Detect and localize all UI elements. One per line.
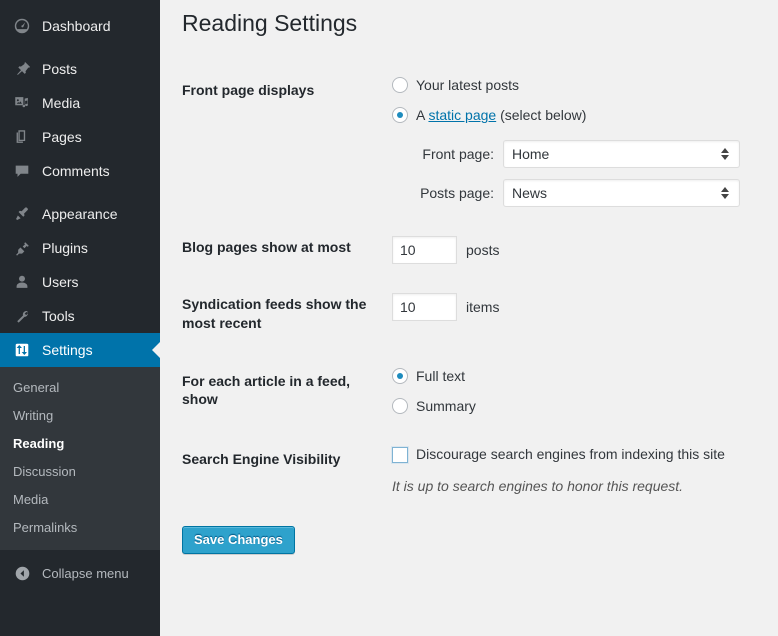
syndication-label: Syndication feeds show the most recent <box>182 296 367 331</box>
sidebar-item-label: Appearance <box>42 206 118 222</box>
collapse-menu-button[interactable]: Collapse menu <box>0 556 160 590</box>
checkbox-discourage-search-engines[interactable] <box>392 447 408 464</box>
front-page-select-label: Front page: <box>422 146 494 163</box>
radio-latest-posts-label: Your latest posts <box>416 77 519 93</box>
posts-page-select-value: News <box>512 185 548 202</box>
sidebar-item-tools[interactable]: Tools <box>0 299 160 333</box>
sidebar-item-label: Posts <box>42 61 78 77</box>
submenu-item-media[interactable]: Media <box>0 486 160 514</box>
front-page-select[interactable]: Home <box>503 140 740 169</box>
sidebar-group-spacer-1 <box>0 43 160 52</box>
main-content: Reading Settings Front page displays You… <box>160 0 778 636</box>
sliders-icon <box>12 340 32 360</box>
blog-pages-label: Blog pages show at most <box>182 239 351 256</box>
pushpin-icon <box>12 59 32 79</box>
sidebar-item-label: Comments <box>42 163 110 179</box>
user-icon <box>12 272 32 292</box>
collapse-menu-label: Collapse menu <box>42 565 129 581</box>
media-icon <box>12 93 32 113</box>
form-row-front-page: Front page displays Your latest posts A … <box>182 61 758 222</box>
settings-submenu: General Writing Reading Discussion Media… <box>0 367 160 550</box>
syndication-input[interactable]: 10 <box>392 293 457 322</box>
submenu-item-reading[interactable]: Reading <box>0 430 160 458</box>
reading-settings-form: Front page displays Your latest posts A … <box>182 61 758 526</box>
form-row-blog-pages: Blog pages show at most 10 posts <box>182 222 758 279</box>
static-page-link[interactable]: static page <box>428 107 496 123</box>
sidebar-item-label: Dashboard <box>42 18 111 34</box>
collapse-arrow-icon <box>12 563 32 583</box>
front-page-select-value: Home <box>512 146 550 163</box>
sidebar-group-spacer-2 <box>0 188 160 197</box>
search-visibility-field: Discourage search engines from indexing … <box>382 430 758 526</box>
chevron-updown-icon <box>721 148 729 161</box>
search-visibility-label: Search Engine Visibility <box>182 451 341 468</box>
sidebar-item-plugins[interactable]: Plugins <box>0 231 160 265</box>
radio-latest-posts[interactable] <box>392 77 408 93</box>
pages-icon <box>12 127 32 147</box>
submenu-item-general[interactable]: General <box>0 374 160 402</box>
static-page-prefix: A <box>416 107 429 124</box>
radio-full-text[interactable] <box>392 367 408 384</box>
sidebar-item-appearance[interactable]: Appearance <box>0 197 160 231</box>
posts-page-select[interactable]: News <box>503 179 740 208</box>
sidebar-item-label: Pages <box>42 129 82 145</box>
front-page-field: Your latest posts A static page (select … <box>382 61 758 222</box>
save-changes-button[interactable]: Save Changes <box>182 525 295 554</box>
admin-layout: Dashboard Posts Media Pages Comments App… <box>0 0 778 636</box>
radio-option-static-page[interactable]: A static page (select below) <box>392 106 748 124</box>
radio-option-summary[interactable]: Summary <box>392 397 748 415</box>
sidebar-item-label: Media <box>42 95 81 111</box>
sidebar-item-label: Users <box>42 274 79 290</box>
submenu-item-discussion[interactable]: Discussion <box>0 458 160 486</box>
sidebar-item-label: Settings <box>42 342 93 358</box>
form-row-feed-article: For each article in a feed, show Full te… <box>182 352 758 430</box>
front-page-label: Front page displays <box>182 82 315 98</box>
posts-page-select-label: Posts page: <box>420 185 494 202</box>
sidebar-item-label: Tools <box>42 308 75 324</box>
wrench-icon <box>12 306 32 326</box>
chevron-updown-icon <box>721 187 729 200</box>
feed-article-label: For each article in a feed, show <box>182 372 351 407</box>
form-row-syndication: Syndication feeds show the most recent 1… <box>182 279 758 351</box>
sidebar-item-posts[interactable]: Posts <box>0 52 160 86</box>
static-page-selects: Front page: Home Posts page: News <box>392 140 748 208</box>
search-visibility-hint: It is up to search engines to honor this… <box>392 478 684 495</box>
submenu-item-writing[interactable]: Writing <box>0 402 160 430</box>
sidebar-item-comments[interactable]: Comments <box>0 154 160 188</box>
blog-pages-input[interactable]: 10 <box>392 236 457 265</box>
sidebar-item-pages[interactable]: Pages <box>0 120 160 154</box>
sidebar-item-dashboard[interactable]: Dashboard <box>0 9 160 43</box>
radio-full-text-label: Full text <box>416 367 466 384</box>
admin-sidebar: Dashboard Posts Media Pages Comments App… <box>0 0 160 636</box>
sidebar-item-settings[interactable]: Settings <box>0 333 160 367</box>
front-page-select-row: Front page: Home <box>392 140 748 169</box>
radio-static-page[interactable] <box>392 107 408 124</box>
sidebar-item-label: Plugins <box>42 240 88 256</box>
submenu-item-permalinks[interactable]: Permalinks <box>0 514 160 542</box>
posts-page-select-row: Posts page: News <box>392 179 748 208</box>
comments-icon <box>12 161 32 181</box>
static-page-suffix: (select below) <box>496 107 587 124</box>
syndication-field: 10 items <box>382 279 758 351</box>
radio-summary[interactable] <box>392 397 408 414</box>
sidebar-item-users[interactable]: Users <box>0 265 160 299</box>
paintbrush-icon <box>12 204 32 224</box>
checkbox-discourage-label: Discourage search engines from indexing … <box>416 446 725 463</box>
checkbox-option-discourage[interactable]: Discourage search engines from indexing … <box>392 445 748 464</box>
blog-pages-field: 10 posts <box>382 222 758 279</box>
plug-icon <box>12 238 32 258</box>
form-row-search-visibility: Search Engine Visibility Discourage sear… <box>182 430 758 526</box>
feed-article-field: Full text Summary <box>382 352 758 430</box>
radio-static-page-label: A static page (select below) <box>416 106 586 124</box>
page-title: Reading Settings <box>182 10 358 36</box>
syndication-unit: items <box>466 299 500 316</box>
radio-option-full-text[interactable]: Full text <box>392 367 748 385</box>
blog-pages-unit: posts <box>466 242 500 259</box>
dashboard-icon <box>12 16 32 36</box>
sidebar-top-spacer <box>0 0 160 9</box>
radio-option-latest-posts[interactable]: Your latest posts <box>392 76 748 94</box>
submit-area: Save Changes <box>182 525 758 564</box>
radio-summary-label: Summary <box>416 397 476 414</box>
sidebar-item-media[interactable]: Media <box>0 86 160 120</box>
